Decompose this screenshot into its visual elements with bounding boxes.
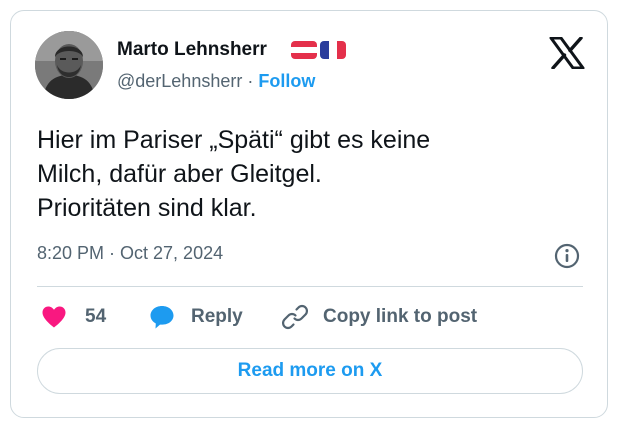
copy-link-button[interactable]: Copy link to post [281, 303, 477, 331]
divider [37, 286, 583, 287]
read-more-button[interactable]: Read more on X [37, 348, 583, 394]
separator: · [247, 71, 254, 91]
france-flag-icon [320, 41, 346, 59]
austria-flag-icon [291, 41, 317, 59]
copy-link-label: Copy link to post [323, 306, 478, 327]
tweet-text-line: Hier im Pariser „Späti“ gibt es keine [37, 126, 431, 154]
reply-label: Reply [191, 306, 243, 327]
like-button[interactable]: 54 [41, 303, 106, 331]
tweet-text-line: Prioritäten sind klar. [37, 194, 257, 222]
info-icon[interactable] [554, 243, 580, 269]
timestamp[interactable]: 8:20 PM · Oct 27, 2024 [37, 243, 223, 264]
tweet-text-line: Milch, dafür aber Gleitgel. [37, 160, 322, 188]
follow-link[interactable]: Follow [258, 71, 315, 91]
like-count: 54 [85, 306, 107, 327]
reply-bubble-icon [150, 306, 174, 329]
author-name[interactable]: Marto Lehnsherr [117, 39, 267, 61]
heart-icon [42, 306, 66, 328]
handle-row: @derLehnsherr · Follow [117, 71, 315, 92]
tweet-card: Marto Lehnsherr @derLehnsherr · Follow H… [10, 10, 608, 418]
link-icon [281, 304, 309, 330]
avatar[interactable] [35, 31, 103, 99]
tweet-text: Hier im Pariser „Späti“ gibt es keine Mi… [37, 123, 577, 225]
author-handle[interactable]: @derLehnsherr [117, 71, 242, 91]
reply-button[interactable]: Reply [149, 303, 243, 331]
flag-emojis [291, 41, 346, 59]
x-logo-icon[interactable] [549, 36, 585, 70]
